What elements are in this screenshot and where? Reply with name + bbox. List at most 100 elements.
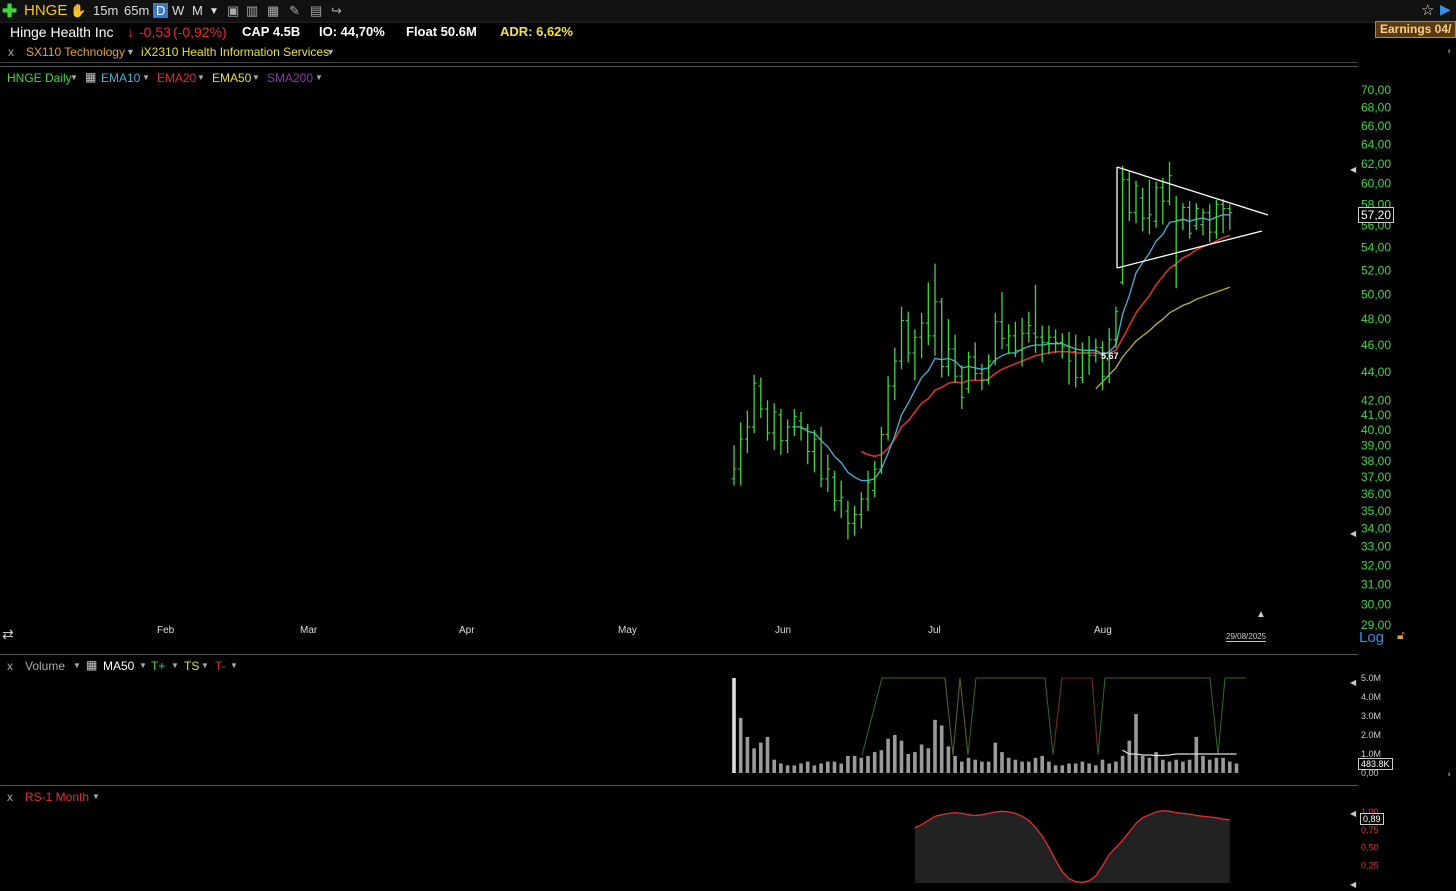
price-tick-label: 44,00 xyxy=(1361,365,1391,379)
price-bar xyxy=(765,400,770,441)
price-bar xyxy=(885,376,891,441)
volume-bar xyxy=(759,742,763,773)
price-bar xyxy=(892,347,898,401)
ema20-line xyxy=(860,234,1231,458)
price-bar xyxy=(811,429,817,473)
volume-bar xyxy=(1187,759,1192,773)
volume-bar xyxy=(852,755,857,773)
price-bar xyxy=(1200,208,1206,236)
volume-bar xyxy=(1067,763,1071,773)
rs-axis-arrow-icon: ◀ xyxy=(1350,809,1357,818)
price-bar xyxy=(1207,204,1213,243)
price-tick-label: 50,00 xyxy=(1361,287,1391,301)
price-tick-label: 36,00 xyxy=(1361,487,1391,501)
volume-bar xyxy=(879,750,884,773)
price-bar xyxy=(832,470,837,511)
volume-bar xyxy=(859,757,864,773)
price-bars xyxy=(731,161,1233,540)
price-tick-label: 31,00 xyxy=(1361,578,1391,592)
price-bar xyxy=(1133,180,1139,224)
volume-bar xyxy=(1120,755,1125,773)
price-bar xyxy=(744,410,750,454)
price-bar xyxy=(865,470,871,511)
price-tick-label: 60,00 xyxy=(1361,177,1391,191)
volume-bar xyxy=(1174,759,1178,773)
volume-bar xyxy=(799,763,803,773)
rs-area xyxy=(914,809,1230,883)
price-bar xyxy=(1180,203,1186,230)
price-axis: 70,0068,0066,0064,0062,0060,0058,0056,00… xyxy=(1350,83,1391,632)
price-tick-label: 37,00 xyxy=(1361,470,1391,484)
price-bar xyxy=(1220,199,1226,234)
volume-bar xyxy=(960,761,964,773)
volume-bar xyxy=(1234,763,1239,773)
volume-tick-label: 3.0M xyxy=(1361,711,1381,721)
volume-bar xyxy=(1167,761,1172,773)
price-bar xyxy=(1146,179,1152,235)
volume-trend-red xyxy=(1052,677,1099,756)
volume-bar xyxy=(939,725,944,773)
price-bar xyxy=(758,377,764,418)
volume-bar xyxy=(953,755,957,773)
volume-bar xyxy=(1087,763,1091,773)
month-tick-label: Apr xyxy=(459,625,475,636)
price-bar xyxy=(919,312,925,359)
price-bar xyxy=(738,422,744,486)
rs-tick-label: 0,25 xyxy=(1361,860,1379,870)
price-tick-label: 39,00 xyxy=(1361,438,1391,452)
rs-axis-arrow-icon: ◀ xyxy=(1350,880,1357,889)
volume-bar xyxy=(966,757,971,773)
price-tick-label: 62,00 xyxy=(1361,157,1391,171)
price-tick-label: 29,00 xyxy=(1361,618,1391,632)
price-bar xyxy=(1066,331,1072,385)
price-tick-label: 70,00 xyxy=(1361,83,1391,97)
volume-bar xyxy=(899,740,904,773)
price-bar xyxy=(1073,334,1079,388)
price-bar xyxy=(925,282,931,346)
volume-bar xyxy=(1033,757,1038,773)
price-bar xyxy=(838,480,844,518)
volume-bar xyxy=(1221,757,1225,773)
volume-bar xyxy=(872,752,877,773)
volume-bar xyxy=(1161,759,1165,773)
volume-bar xyxy=(792,765,797,773)
volume-bar xyxy=(1000,752,1004,773)
volume-bar xyxy=(785,765,790,773)
volume-bar xyxy=(1006,757,1011,773)
price-bar xyxy=(979,363,985,391)
price-tick-label: 66,00 xyxy=(1361,119,1391,133)
price-bar xyxy=(1126,171,1132,222)
volume-tick-label: 4.0M xyxy=(1361,692,1381,702)
current-price-label: 57,20 xyxy=(1358,207,1395,223)
volume-trend-yellow xyxy=(944,677,969,756)
price-bar xyxy=(1019,317,1025,367)
rs-tick-label: 0,50 xyxy=(1361,843,1379,853)
volume-bar xyxy=(1214,757,1219,773)
price-bar xyxy=(952,334,958,384)
price-bar xyxy=(1187,201,1193,239)
ema20-path xyxy=(860,234,1231,458)
volume-tick-label: 5.0M xyxy=(1361,673,1381,683)
price-bar xyxy=(1026,311,1032,343)
price-tick-label: 48,00 xyxy=(1361,312,1391,326)
month-tick-label: Aug xyxy=(1094,625,1112,636)
volume-bar xyxy=(919,744,924,773)
volume-bar xyxy=(866,755,870,773)
volume-bar xyxy=(1181,761,1185,773)
volume-bar xyxy=(745,736,750,773)
volume-bar xyxy=(906,754,910,773)
volume-bar xyxy=(973,759,977,773)
month-tick-label: Jun xyxy=(775,625,791,636)
month-tick-label: Jul xyxy=(928,625,941,636)
price-bar xyxy=(905,311,911,363)
volume-bar xyxy=(1047,761,1051,773)
volume-bar xyxy=(1027,761,1031,773)
volume-bar xyxy=(946,746,951,773)
volume-bar xyxy=(846,755,850,773)
volume-bar xyxy=(986,761,991,773)
rs-area-fill xyxy=(914,810,1230,883)
triangle-upper-line xyxy=(1116,166,1269,216)
volume-ma50-line xyxy=(1122,749,1237,757)
volume-bar xyxy=(1040,755,1044,773)
axis-arrow-icon: ◀ xyxy=(1350,165,1357,174)
